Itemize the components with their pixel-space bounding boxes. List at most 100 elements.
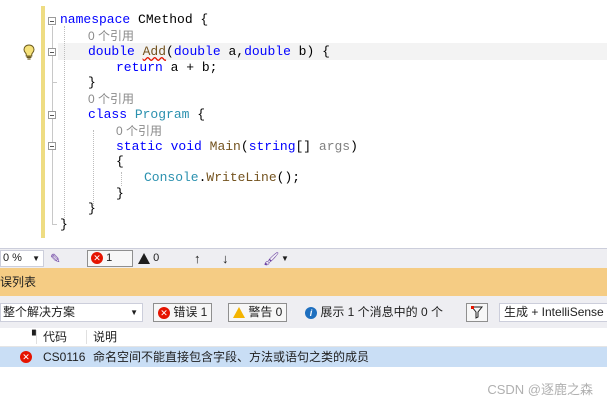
code-token: double [244,44,291,59]
code-line[interactable]: class Program { [88,107,205,123]
previous-issue-button[interactable]: ↑ [194,250,201,267]
error-list-title: 误列表 [0,275,37,289]
code-token: namespace [60,12,131,27]
outline-guide [52,224,57,225]
code-token: } [88,201,96,216]
collapse-class-toggle[interactable] [48,111,56,119]
error-list-title-bar[interactable]: 误列表 [0,268,607,296]
indent-guide [64,26,65,222]
errors-filter-label: 错误 1 [173,305,208,319]
code-token: a, [220,44,245,59]
column-filter-icon[interactable]: ▝ [28,328,36,346]
column-header-description[interactable]: 说明 [93,328,117,346]
code-line[interactable]: return a + b; [116,60,217,76]
code-token: { [116,154,124,169]
code-editor[interactable]: namespace CMethod {0 个引用 double Add(doubl… [0,0,607,248]
code-line[interactable]: static void Main(string[] args) [116,139,358,155]
warnings-filter-button[interactable]: 警告 0 [228,303,288,322]
collapse-namespace-toggle[interactable] [48,17,56,25]
chevron-down-icon[interactable]: ▼ [281,250,289,267]
codelens-text[interactable]: 0 个引用 [88,29,134,43]
build-source-dropdown[interactable]: 生成 + IntelliSense [499,303,607,322]
column-separator[interactable] [86,330,87,344]
error-count-indicator[interactable]: ✕ 1 [87,250,133,267]
health-icon[interactable]: ✎ [50,250,61,267]
code-token: args [318,139,351,154]
code-token: ( [166,44,174,59]
code-token: static [116,139,163,154]
code-token: double [88,44,135,59]
indent-guide [93,130,94,206]
chevron-down-icon: ▼ [130,308,138,317]
codelens-references[interactable]: 0 个引用 [116,123,162,139]
code-line[interactable]: } [88,75,96,91]
code-token: [] [295,139,319,154]
code-token: Main [209,139,241,154]
table-row[interactable]: ✕ CS0116 命名空间不能直接包含字段、方法或语句之类的成员 [0,347,607,367]
code-token: } [60,217,68,232]
next-issue-button[interactable]: ↓ [222,250,229,267]
build-source-value: 生成 + IntelliSense [504,305,604,319]
codelens-references[interactable]: 0 个引用 [88,28,134,44]
outline-guide [52,82,57,83]
scope-value: 整个解决方案 [3,305,76,319]
error-code: CS0116 [43,350,86,364]
errors-filter-button[interactable]: ✕ 错误 1 [153,303,213,322]
warning-icon [138,252,150,264]
codelens-text[interactable]: 0 个引用 [88,92,134,106]
code-line[interactable]: Console.WriteLine(); [144,170,300,186]
error-list-toolbar: 整个解决方案 ▼ ✕ 错误 1 警告 0 i 展示 1 个消息中的 0 个 生成… [0,296,607,328]
code-cleanup-icon[interactable]: 🖌 [263,250,280,267]
code-token: { [189,107,206,122]
code-token: } [116,186,124,201]
change-tracking-margin [41,6,45,238]
lightbulb-icon[interactable] [23,44,35,60]
error-icon: ✕ [91,252,103,265]
code-token: Console [144,170,199,185]
code-token: return [116,60,163,75]
error-icon: ✕ [20,351,32,363]
zoom-value: 0 % [3,252,22,264]
warning-count-indicator[interactable]: 0 [138,250,159,267]
column-header-code[interactable]: 代码 [43,328,67,346]
code-token: a + b; [162,60,218,75]
code-token: double [173,44,221,59]
column-separator[interactable] [36,330,37,344]
code-token: class [88,107,128,122]
watermark: CSDN @逐鹿之森 [487,382,593,397]
code-token: Add [142,44,167,59]
code-line[interactable]: } [88,201,96,217]
error-table-header: ▝ 代码 说明 [0,328,607,347]
code-token: WriteLine [206,170,277,185]
code-token: void [170,139,202,154]
code-token: ( [240,139,249,154]
collapse-add-method-toggle[interactable] [48,48,56,56]
warning-count: 0 [153,252,160,264]
messages-filter-button[interactable]: i 展示 1 个消息中的 0 个 [305,303,443,322]
code-token: string [248,139,296,154]
code-line[interactable]: double Add(double a,double b) { [88,44,330,60]
code-line[interactable]: } [60,217,68,233]
messages-filter-label: 展示 1 个消息中的 0 个 [320,305,444,319]
code-token: b) { [290,44,330,59]
code-line[interactable]: } [116,186,124,202]
code-token: CMethod { [130,12,209,27]
collapse-main-method-toggle[interactable] [48,142,56,150]
code-line[interactable]: { [116,154,124,170]
editor-status-bar: 0 % ▼ ✎ ✕ 1 0 ↑ ↓ 🖌 ▼ [0,248,607,268]
error-description: 命名空间不能直接包含字段、方法或语句之类的成员 [93,350,370,364]
codelens-text[interactable]: 0 个引用 [116,124,162,138]
chevron-down-icon: ▼ [32,254,40,263]
filter-funnel-button[interactable] [466,303,488,322]
zoom-dropdown[interactable]: 0 % ▼ [0,250,44,267]
scope-dropdown[interactable]: 整个解决方案 ▼ [0,303,143,322]
funnel-icon [470,306,484,319]
code-line[interactable]: namespace CMethod { [60,12,208,28]
warning-icon [233,307,245,319]
code-token: ) [350,139,358,154]
codelens-references[interactable]: 0 个引用 [88,91,134,107]
